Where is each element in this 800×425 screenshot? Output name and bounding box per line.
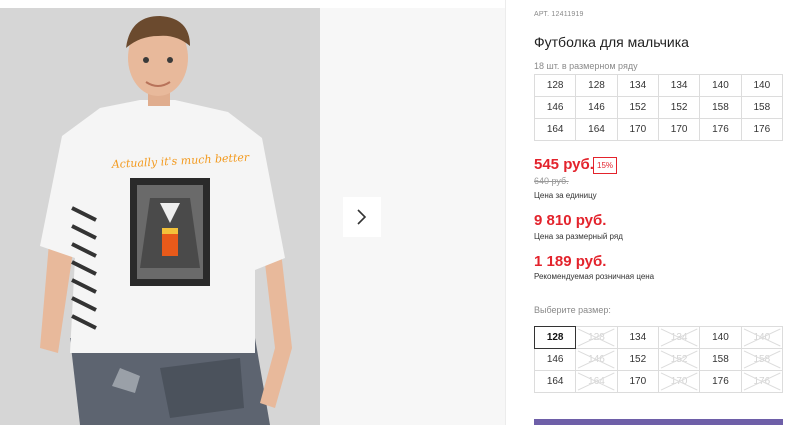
size-option-label: 140: [712, 332, 729, 343]
size-row: 146 146 152 152 158 158: [533, 348, 784, 371]
series-price: 9 810 руб.: [534, 212, 607, 229]
product-sku: АРТ. 12411919: [534, 11, 584, 18]
cross-out-icon: [660, 350, 698, 369]
size-option-label: 170: [629, 376, 647, 387]
cross-out-icon: [578, 372, 615, 391]
unit-price: 545 руб.: [534, 156, 594, 173]
size-option[interactable]: 176: [699, 370, 742, 393]
series-row: 128 128 134 134 140 140: [533, 74, 784, 97]
size-picker: 1281281341341401401461461521521581581641…: [533, 326, 784, 393]
retail-price: 1 189 руб.: [534, 253, 607, 270]
series-size-cell: 134: [616, 74, 659, 97]
size-picker-label: Выберите размер:: [534, 305, 611, 315]
series-size-cell: 134: [657, 74, 701, 97]
series-size-cell: 128: [575, 74, 618, 97]
size-option[interactable]: 140: [699, 326, 742, 349]
product-photo[interactable]: Actually it's much better: [0, 8, 320, 425]
series-size-cell: 140: [740, 74, 784, 97]
size-option-label: 128: [546, 332, 564, 343]
series-price-caption: Цена за размерный ряд: [534, 232, 623, 241]
chevron-right-icon: [357, 209, 367, 225]
size-option-unavailable: 164: [575, 370, 618, 393]
cross-out-icon: [578, 350, 615, 369]
size-option[interactable]: 134: [616, 326, 659, 349]
size-option-unavailable: 158: [740, 348, 784, 371]
size-option[interactable]: 146: [533, 348, 577, 371]
size-option-label: 158: [712, 354, 729, 365]
series-size-cell: 146: [575, 96, 618, 119]
size-option[interactable]: 158: [699, 348, 742, 371]
cross-out-icon: [660, 372, 698, 391]
retail-price-caption: Рекомендуемая розничная цена: [534, 272, 655, 281]
size-option-unavailable: 134: [657, 326, 701, 349]
size-option-label: 176: [712, 376, 729, 387]
discount-badge: 15%: [593, 157, 618, 174]
cross-out-icon: [743, 372, 781, 391]
series-size-cell: 170: [616, 118, 659, 141]
size-row: 164 164 170 170 176 176: [533, 370, 784, 393]
cross-out-icon: [743, 328, 781, 347]
size-option-unavailable: 152: [657, 348, 701, 371]
product-title: Футболка для мальчика: [534, 34, 689, 50]
size-option-label: 152: [629, 354, 647, 365]
series-size-cell: 128: [533, 74, 577, 97]
series-size-cell: 152: [657, 96, 701, 119]
size-option-unavailable: 128: [575, 326, 618, 349]
series-note: 18 шт. в размерном ряду: [534, 61, 638, 71]
add-to-cart-button[interactable]: [534, 419, 783, 425]
cross-out-icon: [578, 328, 615, 347]
size-option[interactable]: 164: [533, 370, 577, 393]
old-price: 640 руб.: [534, 176, 569, 186]
series-size-cell: 158: [699, 96, 742, 119]
size-option-unavailable: 146: [575, 348, 618, 371]
cross-out-icon: [660, 328, 698, 347]
size-option-label: 164: [546, 376, 564, 387]
size-option-unavailable: 170: [657, 370, 701, 393]
divider: [505, 0, 506, 425]
product-gallery: Actually it's much better: [0, 0, 505, 425]
size-option[interactable]: 152: [616, 348, 659, 371]
series-row: 146 146 152 152 158 158: [533, 96, 784, 119]
unit-price-caption: Цена за единицу: [534, 191, 597, 200]
next-photo-button[interactable]: [343, 197, 381, 237]
series-size-cell: 170: [657, 118, 701, 141]
size-series-table: 128 128 134 134 140 140 146 146 152 152 158 158 164 1…: [533, 74, 784, 141]
size-option-unavailable: 176: [740, 370, 784, 393]
series-size-cell: 140: [699, 74, 742, 97]
cross-out-icon: [743, 350, 781, 369]
size-option-unavailable: 140: [740, 326, 784, 349]
series-size-cell: 164: [575, 118, 618, 141]
series-size-cell: 164: [533, 118, 577, 141]
size-option[interactable]: 128: [533, 326, 577, 349]
series-size-cell: 158: [740, 96, 784, 119]
size-option-label: 146: [546, 354, 564, 365]
size-option[interactable]: 170: [616, 370, 659, 393]
series-row: 164 164 170 170 176 176: [533, 118, 784, 141]
series-size-cell: 152: [616, 96, 659, 119]
boy-tshirt-illustration: Actually it's much better: [0, 8, 320, 425]
series-size-cell: 176: [740, 118, 784, 141]
series-size-cell: 146: [533, 96, 577, 119]
size-option-label: 134: [629, 332, 647, 343]
size-row: 128 128 134 134 140 140: [533, 326, 784, 349]
series-size-cell: 176: [699, 118, 742, 141]
